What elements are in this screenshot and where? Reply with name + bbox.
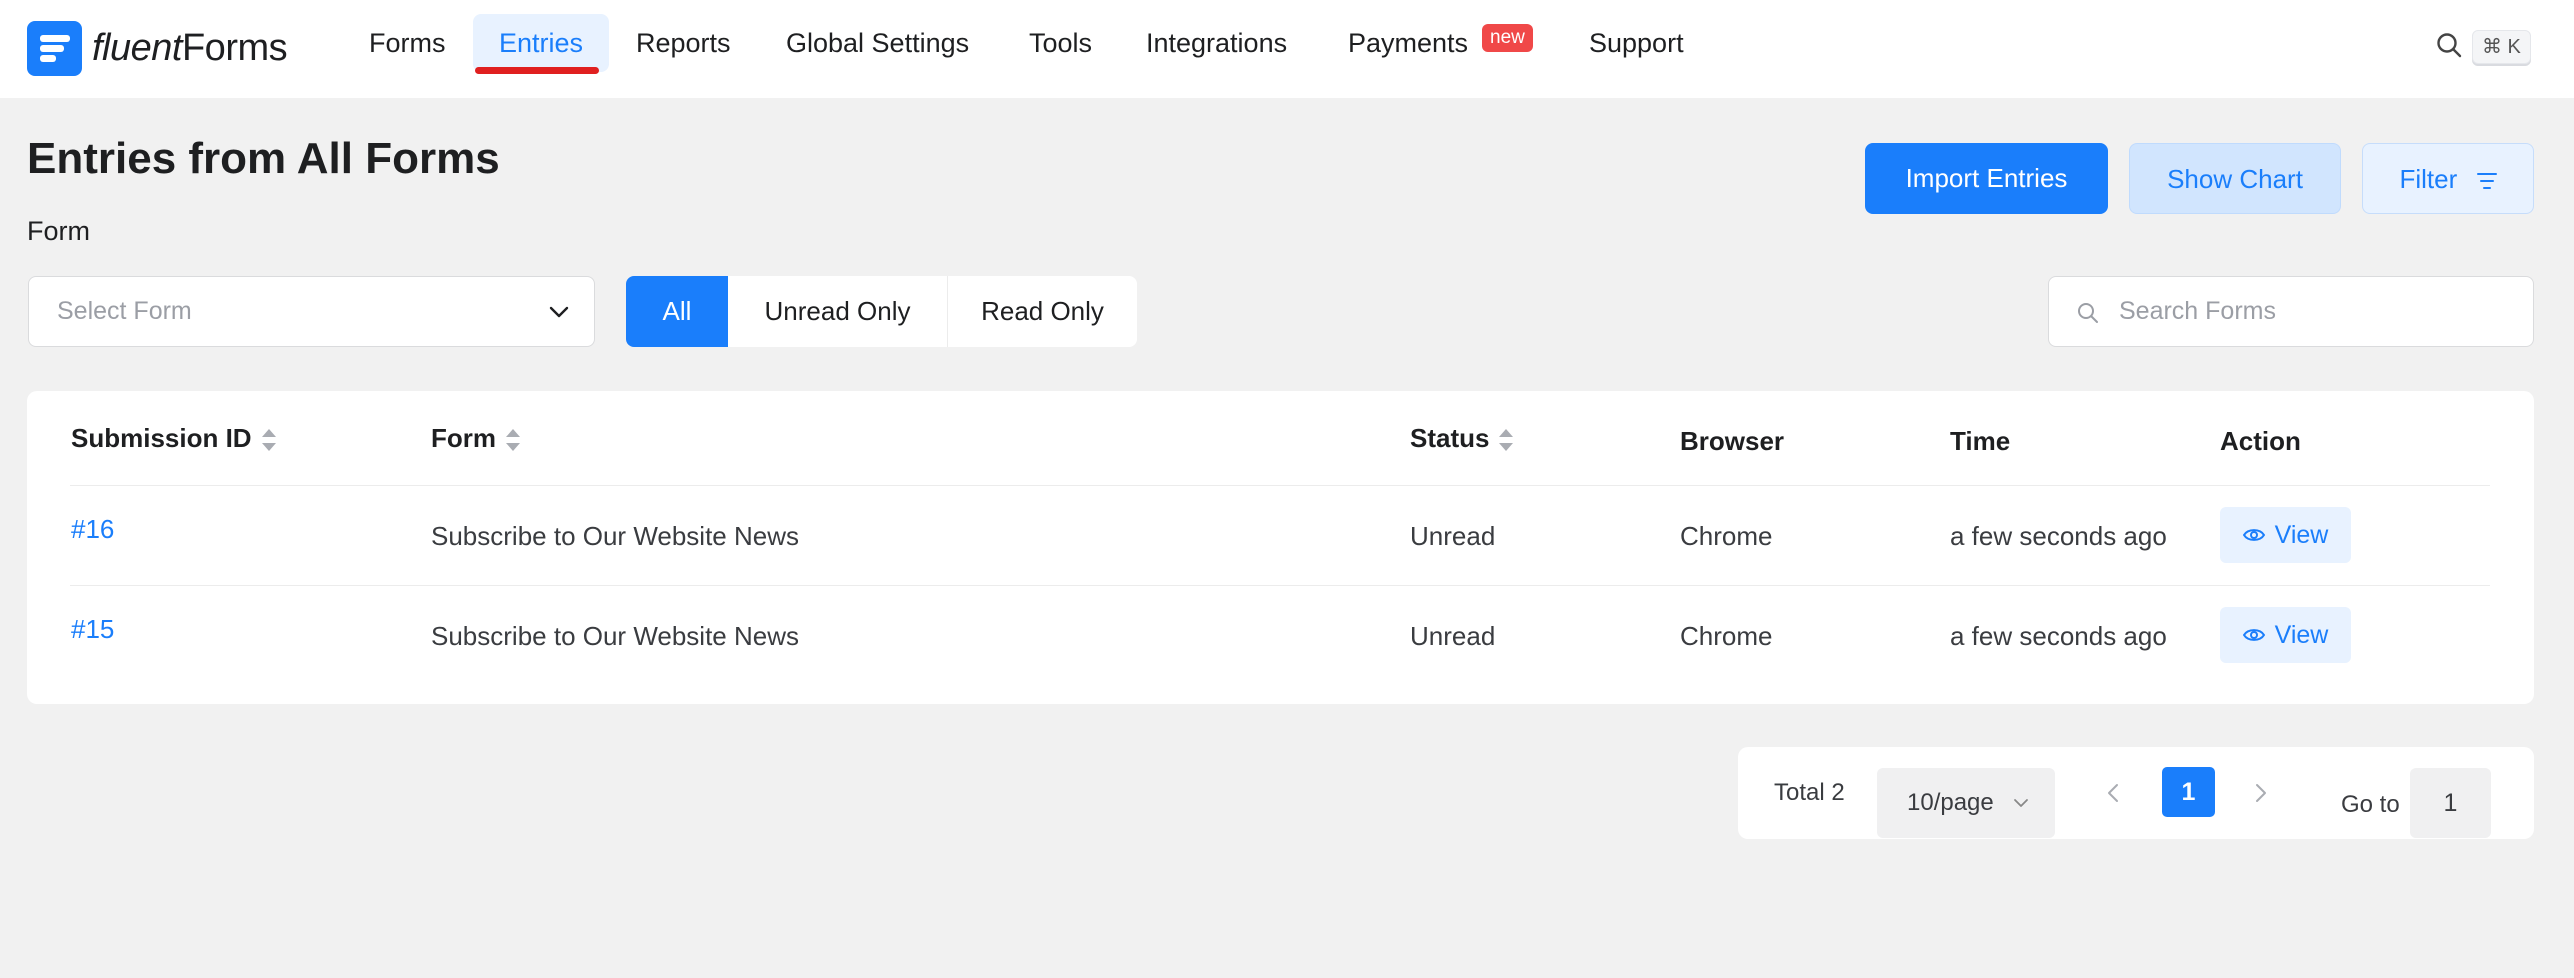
row-browser: Chrome <box>1680 521 1773 551</box>
row-form-name: Subscribe to Our Website News <box>431 521 799 551</box>
read-status-filter: All Unread Only Read Only <box>626 276 1137 347</box>
form-select[interactable]: Select Form <box>28 276 595 347</box>
column-header-form[interactable]: Form <box>431 423 520 454</box>
goto-label: Go to <box>2341 791 2400 818</box>
logo-text: fluentForms <box>92 27 288 69</box>
chevron-left-icon[interactable] <box>2106 783 2120 803</box>
pagination-total: Total 2 <box>1774 779 1845 806</box>
nav-reports[interactable]: Reports <box>610 14 757 72</box>
page-number-current[interactable]: 1 <box>2162 767 2215 817</box>
search-forms-input[interactable]: Search Forms <box>2048 276 2534 347</box>
column-header-time: Time <box>1950 426 2011 456</box>
goto-page-input[interactable]: 1 <box>2410 768 2491 838</box>
chevron-right-icon[interactable] <box>2254 783 2268 803</box>
eye-icon <box>2242 629 2265 641</box>
active-nav-indicator <box>475 67 599 74</box>
filter-label: Filter <box>2399 164 2458 194</box>
nav-forms[interactable]: Forms <box>343 14 472 72</box>
nav-payments[interactable]: Payments <box>1322 14 1494 72</box>
chevron-down-icon <box>2014 799 2028 807</box>
sort-icon[interactable] <box>1499 429 1514 452</box>
row-form-name: Subscribe to Our Website News <box>431 621 799 651</box>
search-icon <box>2078 303 2098 323</box>
segment-unread-only[interactable]: Unread Only <box>728 276 947 347</box>
top-navigation: fluentForms Forms Entries Reports Global… <box>0 0 2574 98</box>
view-entry-button[interactable]: View <box>2220 607 2351 663</box>
import-entries-button[interactable]: Import Entries <box>1865 143 2108 214</box>
filter-button[interactable]: Filter <box>2362 143 2534 214</box>
column-header-browser: Browser <box>1680 426 1785 456</box>
nav-support[interactable]: Support <box>1563 14 1710 72</box>
page-size-select[interactable]: 10/page <box>1877 768 2055 838</box>
row-time: a few seconds ago <box>1950 621 2167 651</box>
row-status: Unread <box>1410 621 1496 651</box>
fluentforms-logo[interactable]: fluentForms <box>27 21 288 76</box>
row-divider <box>70 485 2490 486</box>
sort-icon[interactable] <box>261 429 276 452</box>
search-icon[interactable] <box>2436 32 2462 58</box>
form-label: Form <box>27 216 90 246</box>
column-header-status[interactable]: Status <box>1410 423 1514 454</box>
nav-entries[interactable]: Entries <box>473 14 610 72</box>
page-size-value: 10/page <box>1907 789 1994 816</box>
page-title: Entries from All Forms <box>27 134 500 183</box>
form-select-placeholder: Select Form <box>57 297 192 325</box>
row-divider <box>70 585 2490 586</box>
keyboard-shortcut[interactable]: ⌘ K <box>2472 30 2531 64</box>
segment-read-only[interactable]: Read Only <box>947 276 1137 347</box>
nav-integrations[interactable]: Integrations <box>1120 14 1313 72</box>
column-header-action: Action <box>2220 426 2301 456</box>
nav-global-settings[interactable]: Global Settings <box>760 14 995 72</box>
sort-icon[interactable] <box>506 429 520 452</box>
eye-icon <box>2242 529 2265 541</box>
search-placeholder: Search Forms <box>2119 297 2276 325</box>
chevron-down-icon <box>549 306 569 318</box>
row-browser: Chrome <box>1680 621 1773 651</box>
nav-tools[interactable]: Tools <box>1003 14 1118 72</box>
submission-id-link[interactable]: #16 <box>71 514 114 545</box>
logo-icon <box>27 21 82 76</box>
segment-all[interactable]: All <box>626 276 728 347</box>
row-time: a few seconds ago <box>1950 521 2167 551</box>
column-header-submission-id[interactable]: Submission ID <box>71 423 276 454</box>
submission-id-link[interactable]: #15 <box>71 614 114 645</box>
row-status: Unread <box>1410 521 1496 551</box>
filter-icon <box>2476 173 2497 190</box>
new-badge: new <box>1482 24 1533 52</box>
view-entry-button[interactable]: View <box>2220 507 2351 563</box>
show-chart-button[interactable]: Show Chart <box>2129 143 2341 214</box>
